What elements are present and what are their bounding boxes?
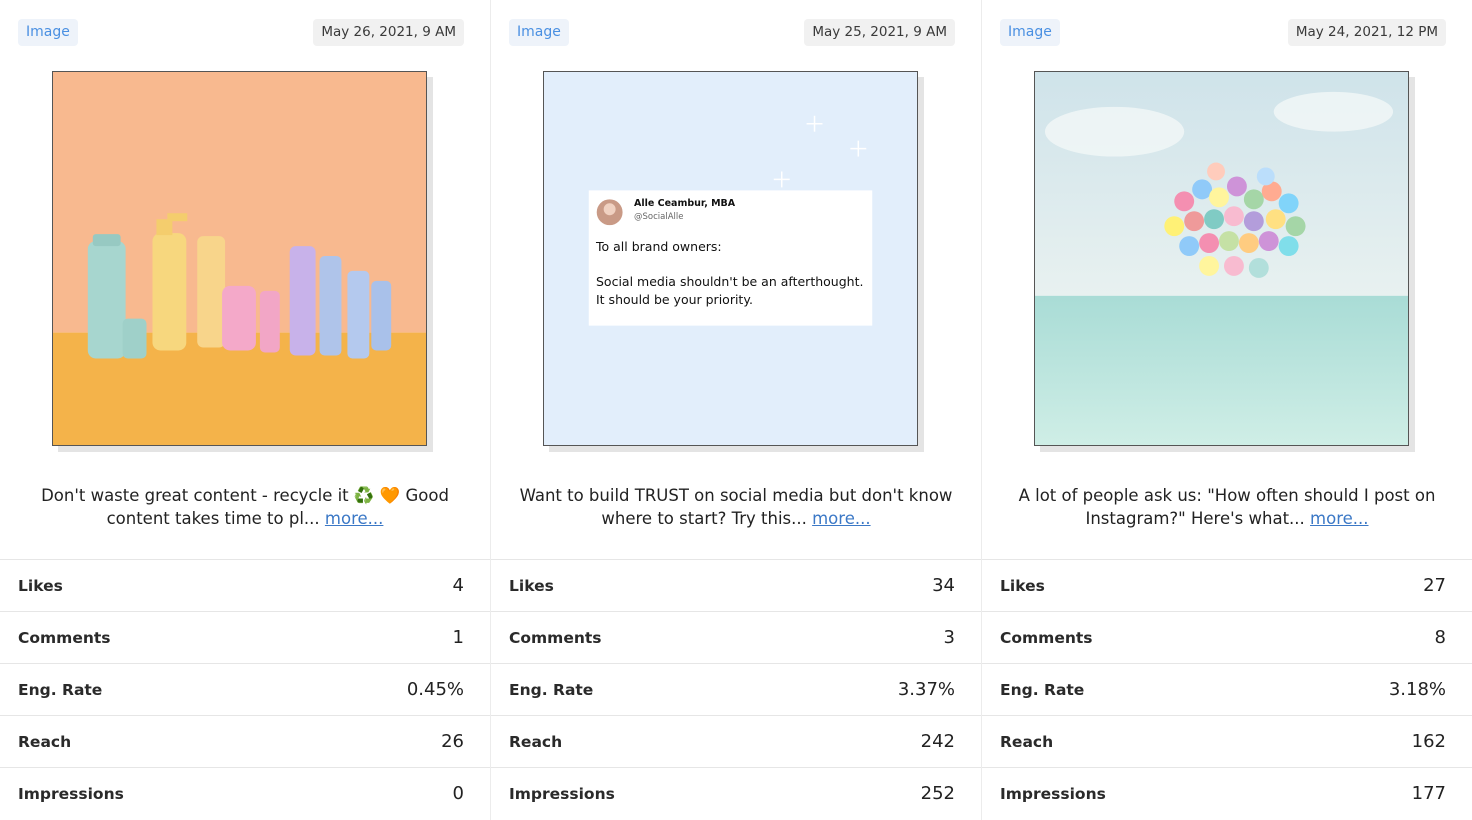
stat-label: Likes xyxy=(1000,576,1045,595)
stat-value: 177 xyxy=(1411,783,1446,804)
stat-value: 26 xyxy=(441,731,464,752)
more-link[interactable]: more... xyxy=(325,509,383,528)
stats-table: Likes 4 Comments 1 Eng. Rate 0.45% Reach… xyxy=(0,559,490,819)
stat-label: Eng. Rate xyxy=(1000,680,1085,699)
stat-row-likes: Likes 34 xyxy=(491,559,981,611)
stat-row-likes: Likes 4 xyxy=(0,559,490,611)
stat-value: 242 xyxy=(920,731,955,752)
stat-label: Likes xyxy=(18,576,63,595)
post-date: May 26, 2021, 9 AM xyxy=(313,19,464,46)
balloons-image xyxy=(1035,72,1408,445)
stats-table: Likes 34 Comments 3 Eng. Rate 3.37% Reac… xyxy=(491,559,981,819)
stat-value: 3.37% xyxy=(897,679,955,700)
post-card[interactable]: Image May 24, 2021, 12 PM A lot of peopl… xyxy=(982,0,1472,820)
stat-row-comments: Comments 8 xyxy=(982,611,1472,663)
post-date: May 25, 2021, 9 AM xyxy=(804,19,955,46)
stat-value: 0.45% xyxy=(406,679,464,700)
stat-row-eng-rate: Eng. Rate 3.18% xyxy=(982,663,1472,715)
stat-label: Comments xyxy=(509,628,602,647)
stat-label: Reach xyxy=(18,732,72,751)
stat-value: 34 xyxy=(932,575,955,596)
stat-label: Comments xyxy=(1000,628,1093,647)
stat-label: Eng. Rate xyxy=(509,680,594,699)
stat-row-eng-rate: Eng. Rate 3.37% xyxy=(491,663,981,715)
stat-value: 162 xyxy=(1411,731,1446,752)
stat-label: Comments xyxy=(18,628,111,647)
bottles-image xyxy=(53,72,426,445)
post-image[interactable] xyxy=(52,71,427,446)
post-type-badge: Image xyxy=(18,19,78,46)
post-grid: Image May 26, 2021, 9 AM Don't waste gre… xyxy=(0,0,1472,820)
stat-value: 4 xyxy=(452,575,464,596)
caption-text: Don't waste great content - recycle it ♻… xyxy=(41,486,449,528)
tweet-image xyxy=(544,72,917,445)
tweet-line-1: To all brand owners: xyxy=(596,239,722,254)
stat-value: 8 xyxy=(1434,627,1446,648)
stat-row-impressions: Impressions 177 xyxy=(982,767,1472,819)
tweet-handle: @SocialAlle xyxy=(634,212,684,222)
stats-table: Likes 27 Comments 8 Eng. Rate 3.18% Reac… xyxy=(982,559,1472,819)
stat-label: Reach xyxy=(1000,732,1054,751)
stat-row-impressions: Impressions 252 xyxy=(491,767,981,819)
post-caption: A lot of people ask us: "How often shoul… xyxy=(1002,484,1452,530)
caption-text: Want to build TRUST on social media but … xyxy=(519,486,953,528)
post-caption: Want to build TRUST on social media but … xyxy=(511,484,961,530)
more-link[interactable]: more... xyxy=(1310,509,1368,528)
stat-value: 3.18% xyxy=(1388,679,1446,700)
stat-label: Impressions xyxy=(509,784,615,803)
stat-label: Impressions xyxy=(18,784,124,803)
post-type-badge: Image xyxy=(509,19,569,46)
post-card[interactable]: Image May 25, 2021, 9 AM Alle Ceambur, M… xyxy=(491,0,982,820)
post-image[interactable] xyxy=(1034,71,1409,446)
stat-row-impressions: Impressions 0 xyxy=(0,767,490,819)
stat-value: 27 xyxy=(1423,575,1446,596)
stat-row-reach: Reach 162 xyxy=(982,715,1472,767)
stat-label: Reach xyxy=(509,732,563,751)
stat-value: 252 xyxy=(920,783,955,804)
stat-row-reach: Reach 26 xyxy=(0,715,490,767)
post-image[interactable]: Alle Ceambur, MBA @SocialAlle To all bra… xyxy=(543,71,918,446)
tweet-author: Alle Ceambur, MBA xyxy=(634,198,736,209)
stat-row-comments: Comments 3 xyxy=(491,611,981,663)
stat-row-reach: Reach 242 xyxy=(491,715,981,767)
post-card[interactable]: Image May 26, 2021, 9 AM Don't waste gre… xyxy=(0,0,491,820)
stat-row-comments: Comments 1 xyxy=(0,611,490,663)
stat-row-likes: Likes 27 xyxy=(982,559,1472,611)
stat-value: 3 xyxy=(943,627,955,648)
stat-value: 1 xyxy=(452,627,464,648)
stat-label: Impressions xyxy=(1000,784,1106,803)
caption-text: A lot of people ask us: "How often shoul… xyxy=(1018,486,1436,528)
stat-label: Eng. Rate xyxy=(18,680,103,699)
tweet-line-2: Social media shouldn't be an afterthough… xyxy=(596,274,864,289)
more-link[interactable]: more... xyxy=(812,509,870,528)
post-type-badge: Image xyxy=(1000,19,1060,46)
stat-row-eng-rate: Eng. Rate 0.45% xyxy=(0,663,490,715)
post-date: May 24, 2021, 12 PM xyxy=(1287,19,1446,46)
stat-value: 0 xyxy=(452,783,464,804)
post-caption: Don't waste great content - recycle it ♻… xyxy=(20,484,470,530)
stat-label: Likes xyxy=(509,576,554,595)
tweet-line-3: It should be your priority. xyxy=(596,292,753,307)
